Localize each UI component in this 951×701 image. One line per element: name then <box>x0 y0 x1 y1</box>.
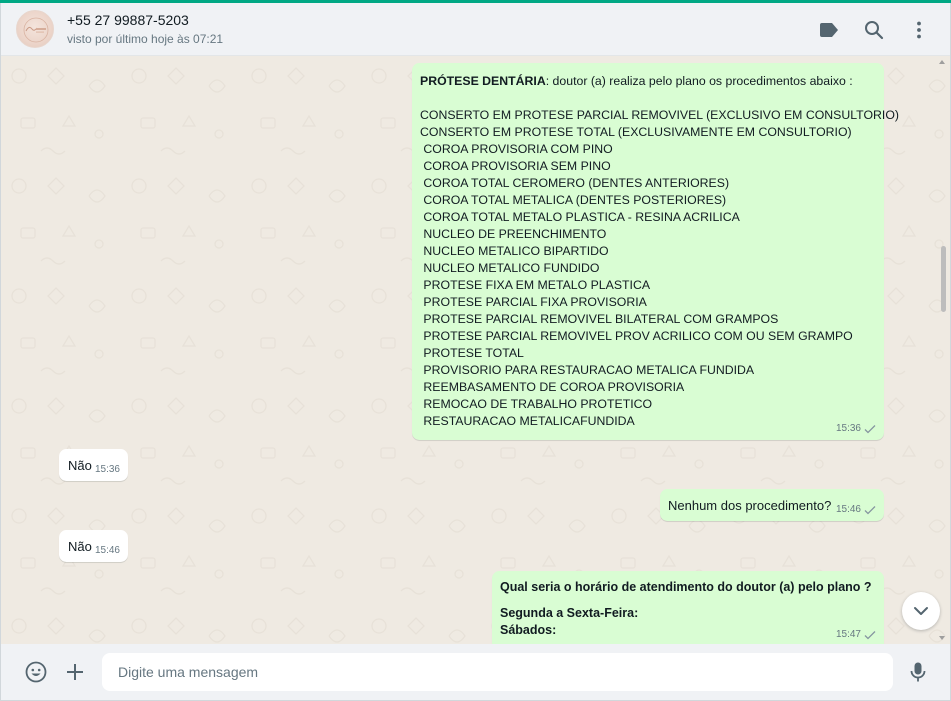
outgoing-message-question[interactable]: Nenhum dos procedimento? 15:46 <box>660 489 884 521</box>
procedure-line: NUCLEO DE PREENCHIMENTO <box>420 227 607 241</box>
message-meta: 15:47 <box>836 626 876 643</box>
message-list[interactable]: PRÓTESE DENTÁRIA: doutor (a) realiza pel… <box>1 56 950 644</box>
chat-scrollbar[interactable] <box>939 56 948 644</box>
chat-window: +55 27 99887-5203 visto por último hoje … <box>0 3 951 701</box>
procedure-line: REEMBASAMENTO DE COROA PROVISORIA <box>420 380 685 394</box>
procedure-line: CONSERTO EM PROTESE TOTAL (EXCLUSIVAMENT… <box>420 125 852 139</box>
microphone-icon[interactable] <box>906 660 930 684</box>
message-time: 15:47 <box>835 629 861 640</box>
message-text: Qual seria o horário de atendimento do d… <box>500 580 872 594</box>
scroll-thumb[interactable] <box>941 246 946 312</box>
message-text: Sábados: <box>500 623 557 637</box>
label-icon[interactable] <box>817 18 841 42</box>
contact-last-seen: visto por último hoje às 07:21 <box>67 32 224 46</box>
procedure-line: COROA TOTAL METALICA (DENTES POSTERIORES… <box>420 193 727 207</box>
message-heading: PRÓTESE DENTÁRIA: doutor (a) realiza pel… <box>420 74 853 88</box>
scroll-to-bottom-button[interactable] <box>902 592 940 630</box>
outgoing-message-procedures[interactable]: PRÓTESE DENTÁRIA: doutor (a) realiza pel… <box>412 63 899 440</box>
plus-icon[interactable] <box>63 660 87 684</box>
message-text: Não <box>68 539 92 554</box>
compose-bar <box>1 644 950 700</box>
scroll-up-arrow-icon[interactable] <box>939 60 945 64</box>
procedure-line: PROVISORIO PARA RESTAURACAO METALICA FUN… <box>420 363 755 377</box>
search-icon[interactable] <box>862 18 886 42</box>
message-time: 15:36 <box>835 423 861 434</box>
message-time: 15:46 <box>835 504 861 515</box>
chat-header[interactable]: +55 27 99887-5203 visto por último hoje … <box>1 3 950 56</box>
procedure-line: REMOCAO DE TRABALHO PROTETICO <box>420 397 653 411</box>
message-text: Segunda a Sexta-Feira: <box>500 606 639 620</box>
procedure-line: RESTAURACAO METALICAFUNDIDA <box>420 414 635 428</box>
message-meta: 15:36 <box>836 420 876 437</box>
sent-check-icon <box>864 505 876 514</box>
procedure-line: NUCLEO METALICO BIPARTIDO <box>420 244 609 258</box>
menu-icon[interactable] <box>907 18 931 42</box>
incoming-message[interactable]: Não 15:36 <box>59 449 128 481</box>
outgoing-message-schedule[interactable]: Qual seria o horário de atendimento do d… <box>492 571 884 644</box>
procedure-line: PROTESE PARCIAL REMOVIVEL BILATERAL COM … <box>420 312 779 326</box>
sent-check-icon <box>864 424 876 433</box>
scroll-down-arrow-icon[interactable] <box>939 636 945 640</box>
incoming-message[interactable]: Não 15:46 <box>59 530 128 562</box>
procedure-line: COROA TOTAL METALO PLASTICA - RESINA ACR… <box>420 210 740 224</box>
procedure-line: PROTESE FIXA EM METALO PLASTICA <box>420 278 651 292</box>
procedure-line: CONSERTO EM PROTESE PARCIAL REMOVIVEL (E… <box>420 108 899 122</box>
message-time: 15:46 <box>94 545 120 556</box>
contact-avatar[interactable] <box>16 10 54 48</box>
message-time: 15:36 <box>94 464 120 475</box>
contact-name[interactable]: +55 27 99887-5203 <box>67 12 189 28</box>
procedure-line: COROA PROVISORIA SEM PINO <box>420 159 611 173</box>
emoji-icon[interactable] <box>24 660 48 684</box>
message-input[interactable] <box>102 653 893 691</box>
procedure-line: COROA TOTAL CEROMERO (DENTES ANTERIORES) <box>420 176 730 190</box>
message-meta: 15:36 <box>95 461 120 478</box>
message-text: Não <box>68 458 92 473</box>
procedure-line: NUCLEO METALICO FUNDIDO <box>420 261 600 275</box>
procedure-line: PROTESE PARCIAL REMOVIVEL PROV ACRILICO … <box>420 329 853 343</box>
procedure-line: COROA PROVISORIA COM PINO <box>420 142 613 156</box>
message-meta: 15:46 <box>95 542 120 559</box>
chevron-down-icon <box>914 607 928 615</box>
message-meta: 15:46 <box>836 501 876 518</box>
procedure-line: PROTESE PARCIAL FIXA PROVISORIA <box>420 295 647 309</box>
procedure-line: PROTESE TOTAL <box>420 346 524 360</box>
message-text: Nenhum dos procedimento? <box>668 498 832 513</box>
sent-check-icon <box>864 630 876 639</box>
